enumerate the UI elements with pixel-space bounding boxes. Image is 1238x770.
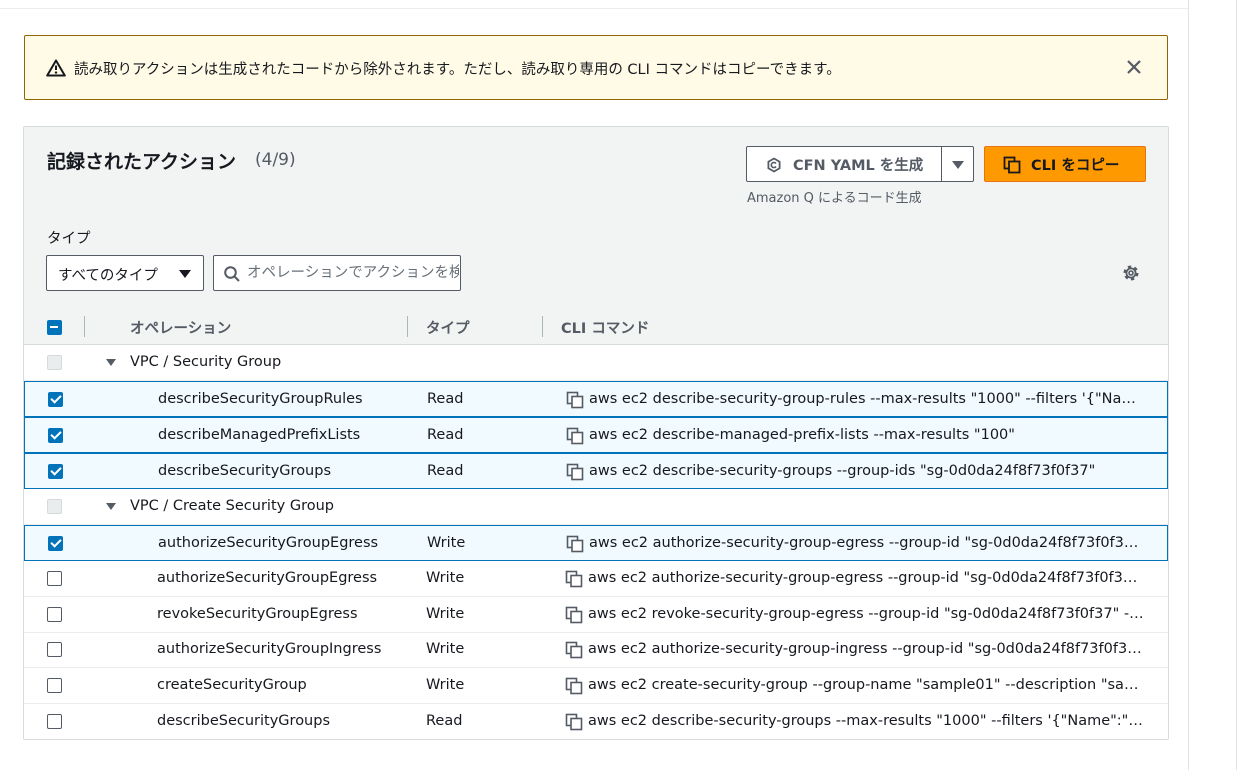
- copy-icon: [1003, 156, 1021, 174]
- row-checkbox[interactable]: [48, 536, 63, 551]
- copy-icon[interactable]: [566, 463, 584, 481]
- cli-command: aws ec2 describe-managed-prefix-lists --…: [589, 427, 1015, 443]
- caret-down-icon[interactable]: [106, 359, 116, 366]
- row-checkbox[interactable]: [48, 464, 63, 479]
- generate-cfn-yaml-button[interactable]: CFN YAML を生成: [746, 146, 942, 182]
- copy-icon[interactable]: [565, 606, 583, 624]
- panel-title: 記録されたアクション: [47, 151, 237, 173]
- cli-command: aws ec2 authorize-security-group-ingress…: [588, 641, 1146, 657]
- type-filter-label: タイプ: [47, 231, 91, 247]
- table-row[interactable]: describeManagedPrefixLists Read aws ec2 …: [24, 417, 1168, 453]
- copy-icon[interactable]: [566, 391, 584, 409]
- operation-search: [213, 255, 461, 291]
- alert-message: 読み取りアクションは生成されたコードから除外されます。ただし、読み取り専用の C…: [74, 62, 841, 78]
- row-checkbox[interactable]: [47, 714, 62, 729]
- cli-command: aws ec2 describe-security-groups --group…: [589, 463, 1096, 479]
- group-checkbox: [47, 355, 62, 370]
- column-header-operation[interactable]: オペレーション: [130, 317, 231, 338]
- operation-name: authorizeSecurityGroupEgress: [158, 535, 379, 551]
- copy-icon[interactable]: [565, 677, 583, 695]
- window-edge: [1236, 0, 1237, 770]
- action-type: Read: [426, 713, 463, 729]
- row-checkbox[interactable]: [48, 428, 63, 443]
- table-row[interactable]: authorizeSecurityGroupEgress Write aws e…: [24, 561, 1168, 597]
- amazon-q-note: Amazon Q によるコード生成: [747, 191, 922, 206]
- action-type: Read: [427, 463, 464, 479]
- column-header-type[interactable]: タイプ: [426, 317, 470, 338]
- caret-down-icon[interactable]: [106, 503, 116, 510]
- table-row[interactable]: authorizeSecurityGroupIngress Write aws …: [24, 632, 1168, 668]
- column-divider: [542, 316, 543, 337]
- warning-alert: 読み取りアクションは生成されたコードから除外されます。ただし、読み取り専用の C…: [24, 35, 1168, 100]
- operation-name: describeManagedPrefixLists: [158, 427, 361, 443]
- cli-command: aws ec2 revoke-security-group-egress --g…: [588, 606, 1146, 622]
- column-header-cli-command[interactable]: CLI コマンド: [561, 317, 649, 338]
- copy-icon[interactable]: [565, 713, 583, 731]
- search-icon: [224, 266, 240, 282]
- table-row[interactable]: describeSecurityGroups Read aws ec2 desc…: [24, 453, 1168, 489]
- action-type: Write: [426, 606, 465, 622]
- table-row[interactable]: authorizeSecurityGroupEgress Write aws e…: [24, 525, 1168, 561]
- operation-name: describeSecurityGroups: [158, 463, 332, 479]
- table-row[interactable]: describeSecurityGroups Read aws ec2 desc…: [24, 704, 1168, 740]
- gear-icon[interactable]: [1121, 263, 1141, 283]
- copy-icon[interactable]: [566, 535, 584, 553]
- copy-cli-button[interactable]: CLI をコピー: [984, 146, 1146, 182]
- group-label: VPC / Security Group: [130, 354, 282, 370]
- group-row-security-group: VPC / Security Group: [24, 345, 1168, 381]
- group-label: VPC / Create Security Group: [130, 498, 334, 514]
- operation-name: describeSecurityGroupRules: [158, 391, 363, 407]
- row-checkbox[interactable]: [47, 607, 62, 622]
- row-checkbox[interactable]: [47, 678, 62, 693]
- select-all-checkbox[interactable]: [47, 320, 62, 335]
- cli-command: aws ec2 authorize-security-group-egress …: [589, 535, 1147, 551]
- operation-name: describeSecurityGroups: [157, 713, 331, 729]
- action-type: Write: [426, 641, 465, 657]
- operation-name: createSecurityGroup: [157, 677, 307, 693]
- action-type: Read: [427, 427, 464, 443]
- close-icon[interactable]: [1125, 58, 1143, 76]
- generate-options-dropdown[interactable]: [941, 146, 974, 182]
- action-type: Write: [426, 677, 465, 693]
- copy-icon[interactable]: [565, 570, 583, 588]
- cli-command: aws ec2 describe-security-groups --max-r…: [588, 713, 1146, 729]
- type-filter-value: すべてのタイプ: [58, 268, 158, 284]
- cli-command: aws ec2 describe-security-group-rules --…: [589, 391, 1147, 407]
- row-checkbox[interactable]: [47, 642, 62, 657]
- group-row-create-security-group: VPC / Create Security Group: [24, 489, 1168, 525]
- search-input[interactable]: [247, 257, 459, 289]
- operation-name: authorizeSecurityGroupEgress: [157, 570, 378, 586]
- page-frame: 読み取りアクションは生成されたコードから除外されます。ただし、読み取り専用の C…: [0, 0, 1188, 770]
- copy-icon[interactable]: [565, 641, 583, 659]
- copy-cli-label: CLI をコピー: [1031, 158, 1120, 174]
- caret-down-icon: [179, 270, 191, 278]
- copy-icon[interactable]: [566, 427, 584, 445]
- window-edge: [1188, 0, 1189, 770]
- table-row[interactable]: createSecurityGroup Write aws ec2 create…: [24, 668, 1168, 704]
- row-checkbox[interactable]: [47, 571, 62, 586]
- selection-count: (4/9): [255, 150, 296, 170]
- row-checkbox[interactable]: [48, 392, 63, 407]
- caret-down-icon: [952, 161, 964, 169]
- cli-command: aws ec2 authorize-security-group-egress …: [588, 570, 1146, 586]
- hexagon-icon: [767, 157, 781, 173]
- action-type: Write: [426, 570, 465, 586]
- table-row[interactable]: revokeSecurityGroupEgress Write aws ec2 …: [24, 597, 1168, 633]
- column-divider: [84, 316, 85, 337]
- top-strip: [0, 0, 1188, 9]
- action-type: Read: [427, 391, 464, 407]
- type-filter-select[interactable]: すべてのタイプ: [46, 255, 204, 291]
- table-header: オペレーション タイプ CLI コマンド: [24, 310, 1168, 345]
- warning-icon: [46, 59, 66, 77]
- column-divider: [407, 316, 408, 337]
- generate-cfn-yaml-label: CFN YAML を生成: [793, 158, 924, 174]
- cli-command: aws ec2 create-security-group --group-na…: [588, 677, 1146, 693]
- operation-name: authorizeSecurityGroupIngress: [157, 641, 382, 657]
- operation-name: revokeSecurityGroupEgress: [157, 606, 358, 622]
- table-row[interactable]: describeSecurityGroupRules Read aws ec2 …: [24, 381, 1168, 417]
- group-checkbox: [47, 499, 62, 514]
- recorded-actions-panel: 記録されたアクション (4/9) CFN YAML を生成 CLI をコピー A: [23, 126, 1169, 740]
- action-type: Write: [427, 535, 466, 551]
